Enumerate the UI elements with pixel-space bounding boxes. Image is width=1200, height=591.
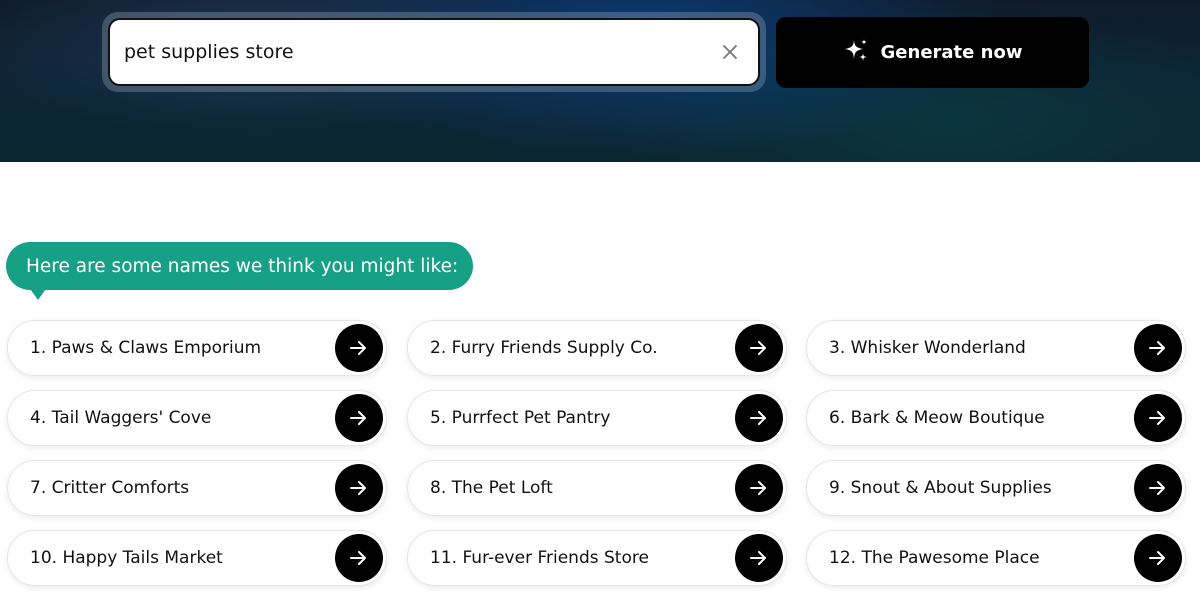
name-suggestion-card[interactable]: 1. Paws & Claws Emporium — [7, 320, 387, 376]
name-suggestion-label: 7. Critter Comforts — [30, 478, 190, 498]
generate-now-label: Generate now — [880, 42, 1023, 63]
name-suggestion-label: 3. Whisker Wonderland — [829, 338, 1026, 358]
sparkles-icon — [843, 38, 869, 67]
name-suggestion-card[interactable]: 6. Bark & Meow Boutique — [806, 390, 1186, 446]
arrow-right-icon[interactable] — [1134, 464, 1182, 512]
name-suggestion-card[interactable]: 5. Purrfect Pet Pantry — [407, 390, 787, 446]
name-suggestion-label: 5. Purrfect Pet Pantry — [430, 408, 611, 428]
name-suggestion-card[interactable]: 12. The Pawesome Place — [806, 530, 1186, 586]
name-suggestion-card[interactable]: 11. Fur-ever Friends Store — [407, 530, 787, 586]
name-suggestion-card[interactable]: 10. Happy Tails Market — [7, 530, 387, 586]
arrow-right-icon[interactable] — [335, 324, 383, 372]
arrow-right-icon[interactable] — [335, 394, 383, 442]
name-suggestion-label: 12. The Pawesome Place — [829, 548, 1040, 568]
arrow-right-icon[interactable] — [1134, 324, 1182, 372]
name-suggestion-label: 6. Bark & Meow Boutique — [829, 408, 1045, 428]
arrow-right-icon[interactable] — [735, 394, 783, 442]
results-intro-text: Here are some names we think you might l… — [26, 255, 459, 277]
search-container — [102, 12, 766, 92]
bubble-tail — [28, 286, 48, 300]
arrow-right-icon[interactable] — [1134, 534, 1182, 582]
name-suggestion-label: 4. Tail Waggers' Cove — [30, 408, 212, 428]
arrow-right-icon[interactable] — [335, 464, 383, 512]
name-suggestion-label: 9. Snout & About Supplies — [829, 478, 1052, 498]
name-suggestion-card[interactable]: 7. Critter Comforts — [7, 460, 387, 516]
arrow-right-icon[interactable] — [335, 534, 383, 582]
name-suggestion-card[interactable]: 8. The Pet Loft — [407, 460, 787, 516]
name-suggestion-card[interactable]: 4. Tail Waggers' Cove — [7, 390, 387, 446]
search-input[interactable] — [110, 20, 708, 84]
generate-now-button[interactable]: Generate now — [776, 17, 1089, 88]
name-suggestion-card[interactable]: 3. Whisker Wonderland — [806, 320, 1186, 376]
name-suggestion-card[interactable]: 2. Furry Friends Supply Co. — [407, 320, 787, 376]
name-suggestion-label: 2. Furry Friends Supply Co. — [430, 338, 658, 358]
search-box — [108, 18, 760, 86]
name-suggestion-label: 11. Fur-ever Friends Store — [430, 548, 649, 568]
name-suggestion-label: 1. Paws & Claws Emporium — [30, 338, 262, 358]
name-suggestion-label: 8. The Pet Loft — [430, 478, 553, 498]
arrow-right-icon[interactable] — [1134, 394, 1182, 442]
results-intro-bubble: Here are some names we think you might l… — [6, 242, 473, 300]
arrow-right-icon[interactable] — [735, 534, 783, 582]
name-suggestion-label: 10. Happy Tails Market — [30, 548, 223, 568]
arrow-right-icon[interactable] — [735, 464, 783, 512]
name-suggestion-card[interactable]: 9. Snout & About Supplies — [806, 460, 1186, 516]
arrow-right-icon[interactable] — [735, 324, 783, 372]
close-icon[interactable] — [708, 30, 752, 74]
